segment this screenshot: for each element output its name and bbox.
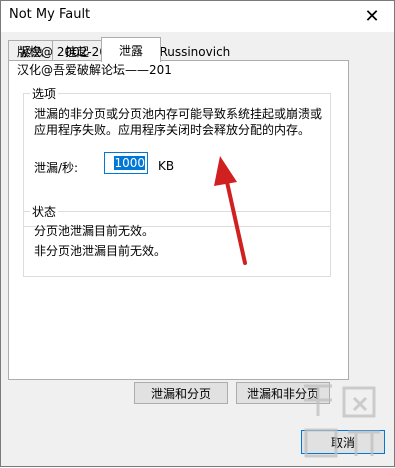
red-arrow-annotation [214, 156, 247, 265]
tab-leak[interactable]: 泄露 [101, 37, 161, 62]
tab-label: 泄露 [118, 43, 143, 58]
arrow-shaft [223, 171, 247, 265]
arrow-head [214, 156, 237, 186]
app-window: Not My Fault ✕ 紧急 挂起 泄露 泄漏和分页 泄漏和非分页 取消 … [0, 0, 395, 467]
